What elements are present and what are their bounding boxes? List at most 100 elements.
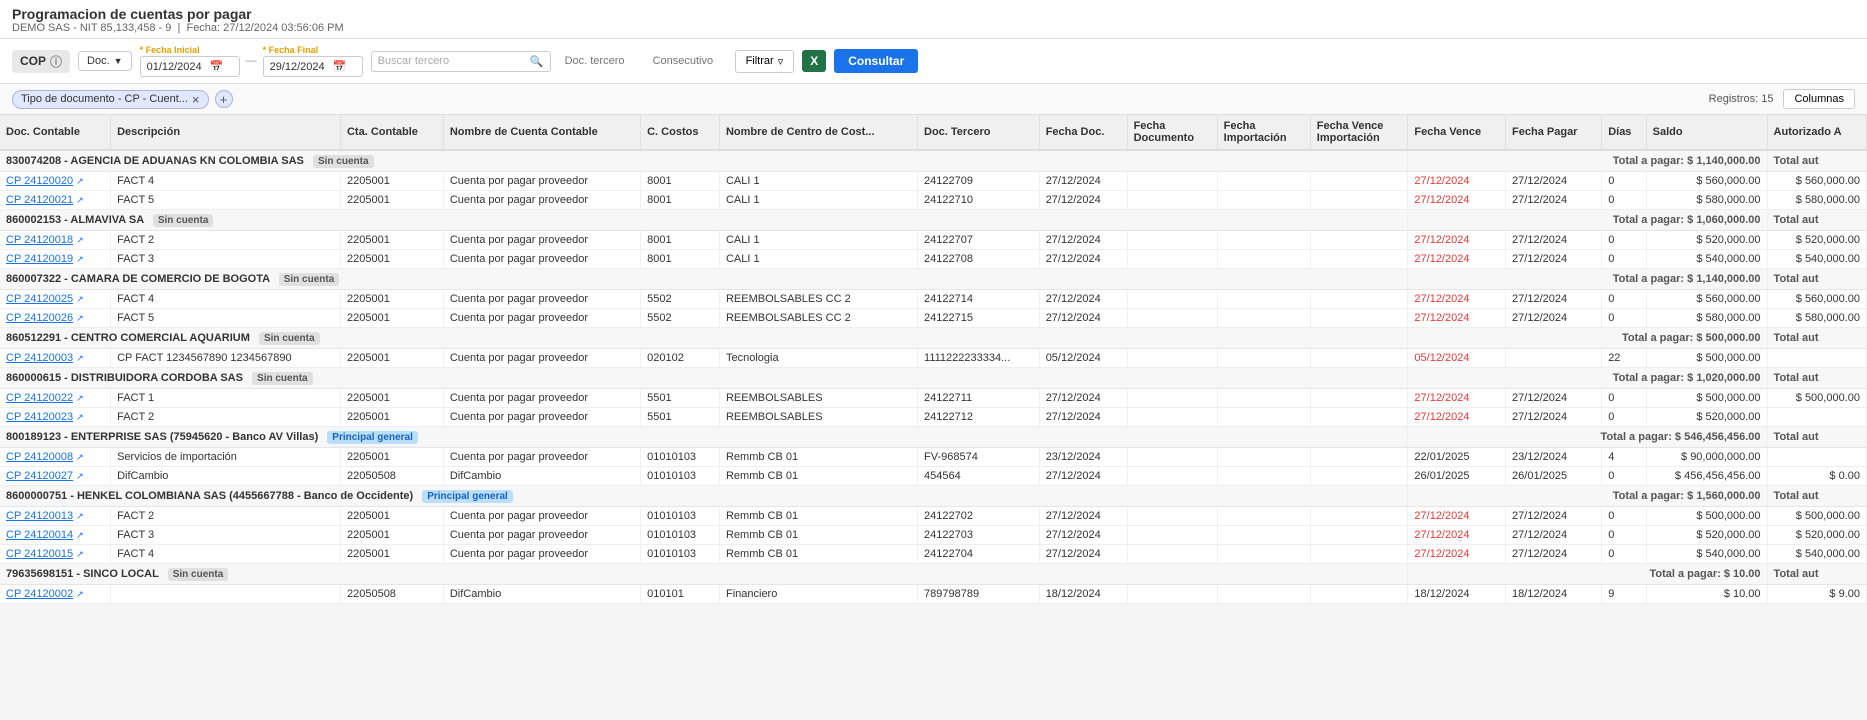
calendar-icon2[interactable]: 📅 <box>333 60 347 73</box>
doc-contable-link[interactable]: CP 24120022 <box>6 392 73 404</box>
cell-fecha-documento <box>1127 231 1217 250</box>
doc-tercero-input[interactable] <box>559 51 639 71</box>
doc-contable-link[interactable]: CP 24120019 <box>6 253 73 265</box>
group-badge: Sin cuenta <box>279 273 340 286</box>
table-row: CP 24120003 ↗ CP FACT 1234567890 1234567… <box>0 349 1867 368</box>
cell-nombre-centro: Remmb CB 01 <box>719 545 917 564</box>
external-link-icon[interactable]: ↗ <box>76 235 84 245</box>
cell-saldo: $ 500,000.00 <box>1646 349 1767 368</box>
table-header: Doc. Contable Descripción Cta. Contable … <box>0 115 1867 150</box>
doc-contable-link[interactable]: CP 24120025 <box>6 293 73 305</box>
filter-tag-close[interactable]: × <box>192 93 200 106</box>
external-link-icon[interactable]: ↗ <box>76 313 84 323</box>
cell-nombre-centro: REEMBOLSABLES CC 2 <box>719 309 917 328</box>
doc-contable-link[interactable]: CP 24120018 <box>6 234 73 246</box>
doc-contable-link[interactable]: CP 24120013 <box>6 510 73 522</box>
cell-descripcion: FACT 2 <box>111 507 341 526</box>
fecha-final-input[interactable]: 29/12/2024 📅 <box>263 56 363 77</box>
columns-button[interactable]: Columnas <box>1783 89 1855 109</box>
cell-fecha-importacion <box>1217 172 1310 191</box>
cell-nombre-centro: CALI 1 <box>719 191 917 210</box>
doc-contable-link[interactable]: CP 24120023 <box>6 411 73 423</box>
cell-fecha-pagar: 23/12/2024 <box>1506 448 1602 467</box>
group-total: Total a pagar: $ 1,020,000.00 <box>1408 368 1767 389</box>
group-header-row: 800189123 - ENTERPRISE SAS (75945620 - B… <box>0 427 1867 448</box>
cell-fecha-vence: 26/01/2025 <box>1408 467 1506 486</box>
cell-cta-contable: 2205001 <box>340 389 443 408</box>
external-link-icon[interactable]: ↗ <box>76 530 84 540</box>
cell-autorizado <box>1767 349 1866 368</box>
external-link-icon[interactable]: ↗ <box>76 254 84 264</box>
excel-button[interactable]: X <box>802 50 826 72</box>
info-icon[interactable]: ⓘ <box>50 53 62 70</box>
cell-autorizado: $ 540,000.00 <box>1767 250 1866 269</box>
fecha-inicial-input[interactable]: 01/12/2024 📅 <box>140 56 240 77</box>
cell-cta-contable: 2205001 <box>340 507 443 526</box>
filtrar-label: Filtrar <box>746 55 774 67</box>
col-fecha-doc: Fecha Doc. <box>1039 115 1127 150</box>
cell-nombre-cuenta: Cuenta por pagar proveedor <box>443 250 640 269</box>
doc-contable-link[interactable]: CP 24120003 <box>6 352 73 364</box>
external-link-icon[interactable]: ↗ <box>76 471 84 481</box>
external-link-icon[interactable]: ↗ <box>76 549 84 559</box>
group-badge: Sin cuenta <box>168 568 229 581</box>
cell-fecha-doc: 27/12/2024 <box>1039 545 1127 564</box>
external-link-icon[interactable]: ↗ <box>76 589 84 599</box>
table-row: CP 24120025 ↗ FACT 4 2205001 Cuenta por … <box>0 290 1867 309</box>
doc-contable-link[interactable]: CP 24120020 <box>6 175 73 187</box>
external-link-icon[interactable]: ↗ <box>76 393 84 403</box>
table-row: CP 24120026 ↗ FACT 5 2205001 Cuenta por … <box>0 309 1867 328</box>
cell-saldo: $ 540,000.00 <box>1646 250 1767 269</box>
external-link-icon[interactable]: ↗ <box>76 452 84 462</box>
records-count: Registros: 15 <box>1709 93 1774 105</box>
doc-contable-link[interactable]: CP 24120002 <box>6 588 73 600</box>
cell-doc-tercero: 24122708 <box>918 250 1040 269</box>
doc-contable-link[interactable]: CP 24120015 <box>6 548 73 560</box>
doc-contable-link[interactable]: CP 24120026 <box>6 312 73 324</box>
doc-contable-link[interactable]: CP 24120008 <box>6 451 73 463</box>
buscar-tercero-input[interactable]: Buscar tercero 🔍 <box>371 51 551 72</box>
cell-fecha-documento <box>1127 389 1217 408</box>
doc-contable-link[interactable]: CP 24120027 <box>6 470 73 482</box>
cell-fecha-vence-imp <box>1310 467 1408 486</box>
external-link-icon[interactable]: ↗ <box>76 294 84 304</box>
col-cta-contable: Cta. Contable <box>340 115 443 150</box>
cell-descripcion: DifCambio <box>111 467 341 486</box>
cell-fecha-vence: 27/12/2024 <box>1408 290 1506 309</box>
col-nombre-centro: Nombre de Centro de Cost... <box>719 115 917 150</box>
group-badge: Sin cuenta <box>153 214 214 227</box>
cell-fecha-pagar: 27/12/2024 <box>1506 250 1602 269</box>
external-link-icon[interactable]: ↗ <box>76 176 84 186</box>
consecutivo-input[interactable] <box>647 51 727 71</box>
doc-contable-link[interactable]: CP 24120021 <box>6 194 73 206</box>
cell-fecha-vence: 27/12/2024 <box>1408 191 1506 210</box>
consultar-button[interactable]: Consultar <box>834 49 918 73</box>
external-link-icon[interactable]: ↗ <box>76 353 84 363</box>
cell-fecha-doc: 27/12/2024 <box>1039 309 1127 328</box>
cell-fecha-importacion <box>1217 309 1310 328</box>
filtrar-button[interactable]: Filtrar ▿ <box>735 50 795 73</box>
cell-doc-tercero: 24122710 <box>918 191 1040 210</box>
cell-fecha-vence-imp <box>1310 290 1408 309</box>
cell-doc-tercero: 24122704 <box>918 545 1040 564</box>
add-filter-button[interactable]: + <box>215 90 233 108</box>
table-row: CP 24120022 ↗ FACT 1 2205001 Cuenta por … <box>0 389 1867 408</box>
cell-fecha-vence: 27/12/2024 <box>1408 408 1506 427</box>
cell-fecha-vence-imp <box>1310 309 1408 328</box>
cell-fecha-vence: 27/12/2024 <box>1408 507 1506 526</box>
cell-fecha-importacion <box>1217 585 1310 604</box>
cell-nombre-centro: CALI 1 <box>719 172 917 191</box>
group-total-auth: Total aut <box>1767 210 1866 231</box>
group-badge: Sin cuenta <box>259 332 320 345</box>
cell-saldo: $ 560,000.00 <box>1646 290 1767 309</box>
external-link-icon[interactable]: ↗ <box>76 511 84 521</box>
external-link-icon[interactable]: ↗ <box>76 412 84 422</box>
cell-fecha-vence-imp <box>1310 526 1408 545</box>
calendar-icon[interactable]: 📅 <box>210 60 224 73</box>
cell-fecha-importacion <box>1217 231 1310 250</box>
external-link-icon[interactable]: ↗ <box>76 195 84 205</box>
cell-fecha-pagar: 27/12/2024 <box>1506 191 1602 210</box>
doc-contable-link[interactable]: CP 24120014 <box>6 529 73 541</box>
doc-selector[interactable]: Doc. ▼ <box>78 51 132 71</box>
cell-fecha-vence: 27/12/2024 <box>1408 250 1506 269</box>
